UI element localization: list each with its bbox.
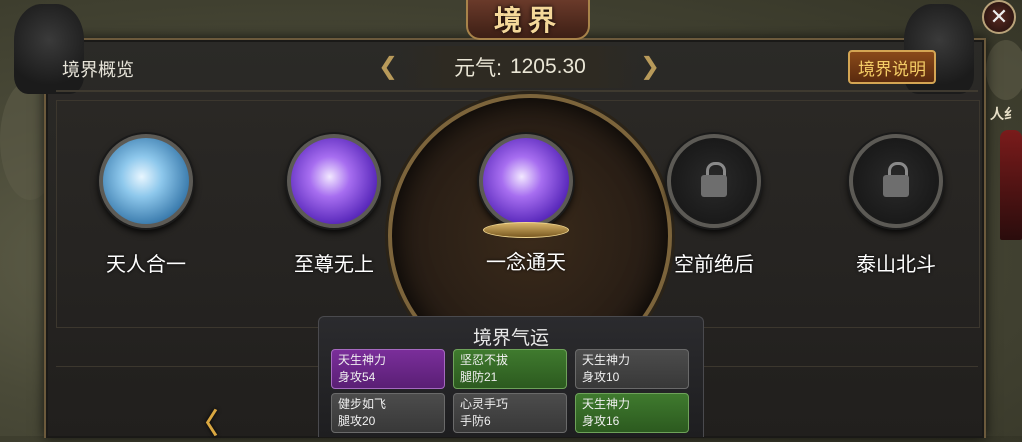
- lock-icon: [881, 162, 911, 198]
- lock-icon: [699, 162, 729, 198]
- realm-name: 一念通天: [486, 252, 566, 274]
- tab-title: 境界概览: [62, 60, 134, 80]
- buff-stat: 身攻10: [582, 370, 620, 384]
- locked-orb: [849, 134, 943, 228]
- buff-name: 天生神力: [582, 353, 631, 367]
- realm-name: 泰山北斗: [856, 254, 936, 276]
- buff-item[interactable]: 天生神力 身攻54: [331, 349, 445, 389]
- buff-stat: 腿防21: [460, 370, 498, 384]
- realm-name: 天人合一: [106, 254, 186, 276]
- window-title-plate: 境界: [466, 0, 590, 40]
- buff-stat: 身攻16: [582, 414, 620, 428]
- buff-stat: 腿攻20: [338, 414, 376, 428]
- luck-title: 境界气运: [472, 328, 549, 349]
- buff-item[interactable]: 天生神力 身攻10: [575, 349, 689, 389]
- divider: [56, 366, 318, 367]
- purple-orb-icon: [287, 134, 381, 228]
- pedestal-icon: [483, 222, 569, 238]
- side-label: 人纟: [990, 106, 1018, 122]
- background-rock: [986, 40, 1022, 100]
- header-divider: [56, 90, 978, 92]
- realm-name: 空前绝后: [674, 254, 754, 276]
- prev-arrow-icon[interactable]: ❮: [378, 52, 398, 81]
- close-icon: ✕: [989, 4, 1009, 29]
- buff-stat: 手防6: [460, 414, 491, 428]
- buff-name: 天生神力: [338, 353, 387, 367]
- realm-luck-panel: 境界气运 天生神力 身攻54 坚忍不拔 腿防21 天生神力 身攻10 健步如飞 …: [318, 316, 704, 437]
- next-arrow-icon[interactable]: ❯: [640, 52, 660, 81]
- purple-orb-icon: [479, 134, 573, 228]
- realm-item-current[interactable]: 一念通天: [476, 134, 576, 275]
- energy-label: 元气:: [454, 57, 502, 80]
- npc-figure: [1000, 130, 1022, 240]
- buff-name: 心灵手巧: [460, 397, 509, 411]
- realm-help-button[interactable]: 境界说明: [848, 50, 936, 84]
- realm-item-locked[interactable]: 泰山北斗: [846, 134, 946, 277]
- buff-item[interactable]: 坚忍不拔 腿防21: [453, 349, 567, 389]
- energy-display: 元气: 1205.30: [400, 46, 640, 88]
- buff-item[interactable]: 心灵手巧 手防6: [453, 393, 567, 433]
- realm-name: 至尊无上: [294, 254, 374, 276]
- realm-item-locked[interactable]: 空前绝后: [664, 134, 764, 277]
- buff-name: 健步如飞: [338, 397, 387, 411]
- buff-name: 天生神力: [582, 397, 631, 411]
- energy-value: 1205.30: [509, 55, 586, 78]
- window-title: 境界: [493, 4, 562, 37]
- page-left-arrow-icon[interactable]: 〈: [190, 402, 218, 442]
- buff-item[interactable]: 健步如飞 腿攻20: [331, 393, 445, 433]
- close-button[interactable]: ✕: [982, 0, 1016, 34]
- buff-item[interactable]: 天生神力 身攻16: [575, 393, 689, 433]
- locked-orb: [667, 134, 761, 228]
- blue-orb-icon: [99, 134, 193, 228]
- realm-item[interactable]: 至尊无上: [284, 134, 384, 277]
- realm-item[interactable]: 天人合一: [96, 134, 196, 277]
- divider: [702, 366, 978, 367]
- buff-name: 坚忍不拔: [460, 353, 509, 367]
- buff-stat: 身攻54: [338, 370, 376, 384]
